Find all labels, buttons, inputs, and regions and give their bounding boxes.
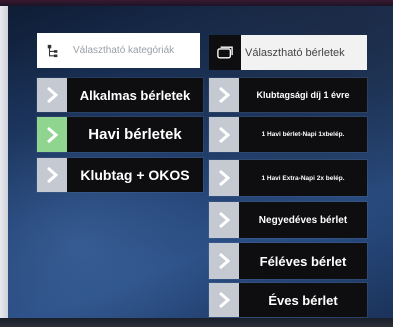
pass-button-eves[interactable]: Éves bérlet	[209, 283, 367, 317]
category-button-klubtag[interactable]: Klubtag + OKOS	[37, 158, 203, 192]
pass-button-havi-napi-1x[interactable]: 1 Havi bérlet-Napi 1xbelép.	[209, 117, 367, 152]
category-label: Alkalmas bérletek	[79, 87, 191, 103]
chevron-right-icon	[209, 283, 239, 317]
pass-button-feleves[interactable]: Féléves bérlet	[209, 243, 367, 279]
passes-header: Választható bérletek	[209, 35, 367, 70]
pass-button-havi-extra-2x[interactable]: 1 Havi Extra-Napi 2x belép.	[209, 160, 367, 196]
chevron-right-icon	[209, 243, 239, 279]
screen-bezel-top	[0, 0, 393, 6]
passes-header-text: Választható bérletek	[245, 46, 345, 59]
pass-button-negyedeves[interactable]: Negyedéves bérlet	[209, 202, 367, 238]
kiosk-screen: Választható kategóriák Alkalmas bérletek…	[0, 0, 393, 327]
chevron-right-icon	[209, 78, 239, 112]
category-label: Havi bérletek	[88, 126, 182, 143]
categories-header-text: Választható kategóriák	[73, 45, 175, 56]
pass-button-klubtagsagi[interactable]: Klubtagsági díj 1 évre	[209, 78, 367, 112]
screen-bezel-left	[0, 0, 8, 327]
tree-hierarchy-icon	[37, 33, 69, 68]
pass-label: Féléves bérlet	[259, 253, 347, 269]
chevron-right-icon	[209, 160, 239, 196]
categories-header: Választható kategóriák	[37, 33, 200, 68]
screen-bezel-bottom	[0, 318, 393, 327]
chevron-right-icon	[37, 158, 67, 192]
category-button-alkalmas[interactable]: Alkalmas bérletek	[37, 78, 203, 112]
card-icon	[209, 35, 241, 70]
chevron-right-icon	[209, 117, 239, 152]
pass-label: 1 Havi Extra-Napi 2x belép.	[261, 174, 345, 182]
chevron-right-icon	[37, 78, 67, 112]
pass-label: Éves bérlet	[268, 292, 338, 308]
chevron-right-icon	[37, 117, 67, 152]
pass-label: 1 Havi bérlet-Napi 1xbelép.	[261, 131, 345, 138]
category-button-havi[interactable]: Havi bérletek	[37, 117, 203, 152]
pass-label: Klubtagsági díj 1 évre	[256, 90, 350, 100]
category-label: Klubtag + OKOS	[80, 167, 190, 183]
pass-label: Negyedéves bérlet	[258, 214, 348, 226]
chevron-right-icon	[209, 202, 239, 238]
